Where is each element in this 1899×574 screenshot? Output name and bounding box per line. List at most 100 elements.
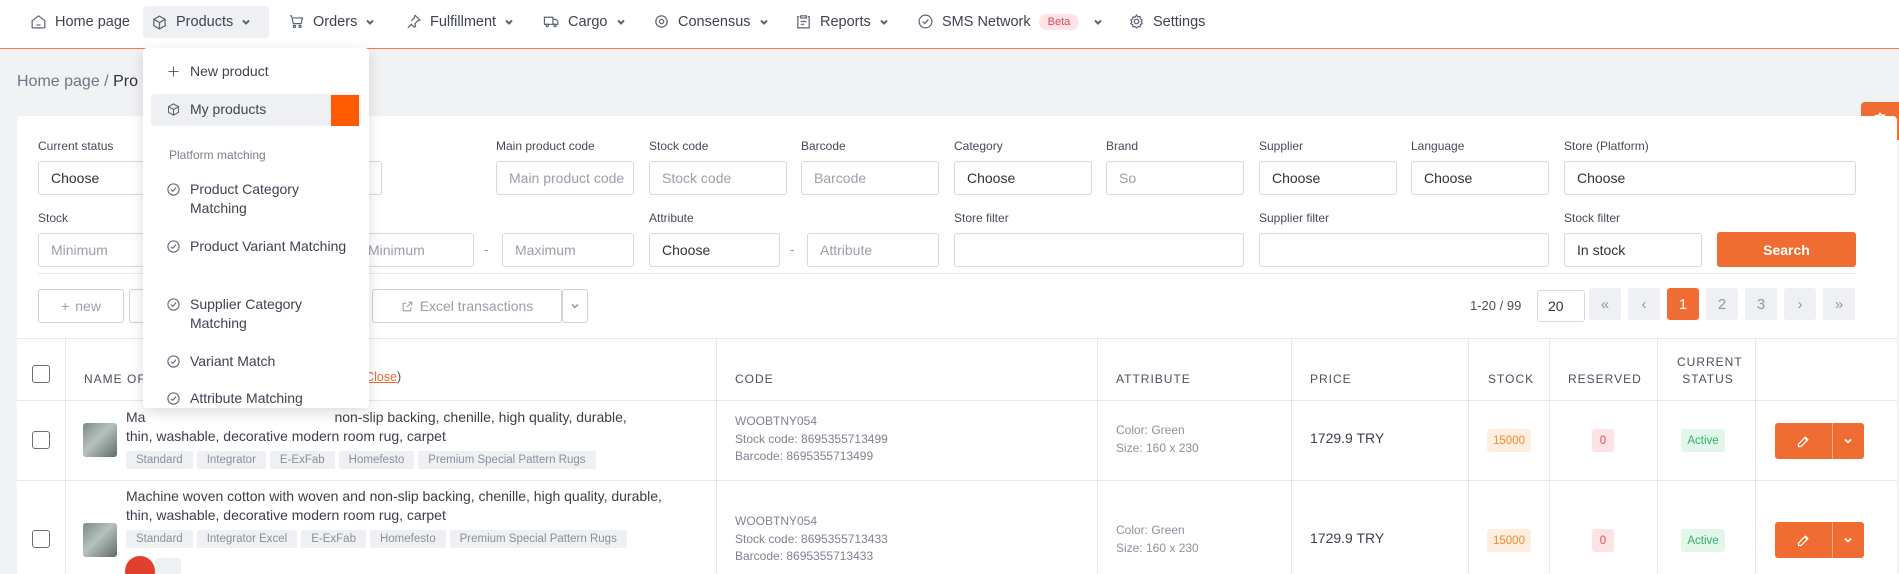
check-circle-icon (167, 298, 180, 311)
tag: E-ExFab (301, 530, 366, 548)
main-code-input[interactable]: Main product code (496, 161, 634, 195)
product-code: WOOBTNY054 (735, 514, 818, 528)
stock-code: Stock code: 8695355713433 (735, 531, 888, 546)
header-link-close[interactable]: Close (365, 370, 397, 384)
first-page-button[interactable]: « (1589, 288, 1621, 320)
check-circle-icon (167, 355, 180, 368)
menu-item-label: Variant Match (190, 353, 276, 369)
chevron-down-icon (505, 19, 513, 25)
barcode-input[interactable]: Barcode (801, 161, 939, 195)
brand-input[interactable]: So (1106, 161, 1244, 195)
button-separator (1832, 522, 1833, 558)
row-checkbox[interactable] (32, 530, 50, 548)
chevron-down-icon[interactable] (1843, 436, 1853, 446)
product-tags: Standard Integrator Excel E-ExFab Homefesto… (126, 530, 631, 548)
row-checkbox[interactable] (32, 431, 50, 449)
price-max-input[interactable]: Maximum (502, 233, 634, 267)
page-button-1[interactable]: 1 (1667, 288, 1699, 320)
store-filter-input[interactable] (954, 233, 1244, 267)
attribute-select[interactable]: Choose (649, 233, 780, 267)
nav-cargo[interactable]: Cargo (535, 9, 634, 34)
prev-page-button[interactable]: ‹ (1628, 288, 1660, 320)
nav-consensus[interactable]: Consensus (645, 9, 777, 34)
chevron-down-icon[interactable] (1843, 535, 1853, 545)
product-thumbnail[interactable] (83, 423, 117, 457)
store-select[interactable]: Choose (1564, 161, 1856, 195)
nav-orders[interactable]: Orders (280, 9, 383, 34)
reserved-badge: 0 (1592, 529, 1614, 552)
nav-reports[interactable]: Reports (787, 9, 897, 34)
menu-item-product-variant-matching[interactable]: Product Variant Matching (166, 237, 356, 256)
nav-home[interactable]: Home page (22, 9, 138, 34)
top-navbar: Home page Products Orders Fulfillment Ca… (0, 0, 1899, 49)
category-select[interactable]: Choose (954, 161, 1092, 195)
chevron-down-icon (242, 19, 250, 25)
supplier-filter-label: Supplier filter (1259, 211, 1330, 225)
tag: Homefesto (369, 530, 446, 548)
product-price: 1729.9 TRY (1310, 530, 1385, 546)
product-name-line1: Machine woven cotton with woven and non-… (126, 488, 662, 504)
attribute-input[interactable]: Attribute (807, 233, 939, 267)
menu-item-new-product[interactable]: New product (166, 62, 269, 81)
status-badge: Active (1681, 429, 1725, 452)
box-icon (167, 103, 180, 116)
barcode-label: Barcode (801, 139, 846, 153)
language-select[interactable]: Choose (1411, 161, 1549, 195)
stock-filter-select[interactable]: In stock (1564, 233, 1702, 267)
supplier-filter-input[interactable] (1259, 233, 1549, 267)
tag: Integrator Excel (196, 530, 298, 548)
main-code-label: Main product code (496, 139, 595, 153)
menu-item-label: Attribute Matching (190, 390, 303, 406)
product-tags: Standard Integrator E-ExFab Homefesto Premiu… (126, 451, 600, 469)
excel-transactions-button[interactable]: Excel transactions (372, 289, 562, 323)
new-button-label: new (75, 298, 101, 314)
stock-code: Stock code: 8695355713499 (735, 431, 888, 446)
header-stock: STOCK (1488, 372, 1535, 386)
last-page-button[interactable]: » (1823, 288, 1855, 320)
tag: Premium Special Pattern Rugs (418, 451, 596, 469)
chevron-down-icon (571, 303, 579, 309)
product-price: 1729.9 TRY (1310, 430, 1385, 446)
stock-label: Stock (38, 211, 69, 225)
barcode: Barcode: 8695355713499 (735, 449, 874, 463)
header-price: PRICE (1310, 372, 1352, 386)
search-button[interactable]: Search (1717, 232, 1856, 267)
nav-products[interactable]: Products (143, 6, 269, 38)
breadcrumb-home[interactable]: Home page / (17, 73, 109, 90)
product-name[interactable]: Ma non-slip backing, chenille, high quali… (126, 408, 706, 446)
tag: E-ExFab (269, 451, 335, 469)
language-label: Language (1411, 139, 1465, 153)
menu-item-variant-match[interactable]: Variant Match (166, 352, 275, 371)
nav-sms-network[interactable]: SMS Network Beta (909, 9, 1111, 34)
supplier-select[interactable]: Choose (1259, 161, 1397, 195)
gear-icon (1130, 14, 1143, 29)
store-label: Store (Platform) (1564, 139, 1649, 153)
truck-icon (543, 16, 559, 28)
menu-item-my-products[interactable]: My products (166, 100, 266, 119)
stock-code-input[interactable]: Stock code (649, 161, 787, 195)
per-page-input[interactable]: 20 (1537, 290, 1585, 322)
nav-fulfillment[interactable]: Fulfillment (397, 9, 522, 34)
edit-icon (1797, 436, 1809, 448)
col-divider (1291, 338, 1292, 574)
list-icon[interactable] (155, 558, 181, 574)
menu-section-platform-matching: Platform matching (169, 148, 266, 162)
nav-settings[interactable]: Settings (1120, 9, 1213, 34)
page-button-3[interactable]: 3 (1745, 288, 1777, 320)
product-name[interactable]: Machine woven cotton with woven and non-… (126, 487, 706, 525)
page-button-2[interactable]: 2 (1706, 288, 1738, 320)
excel-dropdown-toggle[interactable] (562, 289, 588, 323)
product-thumbnail[interactable] (83, 523, 117, 557)
edit-button[interactable] (1775, 522, 1864, 558)
breadcrumb: Home page / Pro (17, 73, 138, 91)
menu-item-product-category-matching[interactable]: Product Category Matching (166, 180, 356, 218)
nav-home-label: Home page (55, 13, 130, 30)
external-link-icon (402, 301, 413, 311)
select-all-checkbox[interactable] (32, 365, 50, 383)
header-current-status: CURRENT STATUS (1677, 355, 1743, 386)
menu-item-supplier-category-matching[interactable]: Supplier Category Matching (166, 295, 356, 333)
new-button[interactable]: + new (38, 289, 124, 323)
edit-button[interactable] (1775, 423, 1864, 459)
menu-item-attribute-matching[interactable]: Attribute Matching (166, 389, 303, 408)
next-page-button[interactable]: › (1784, 288, 1816, 320)
